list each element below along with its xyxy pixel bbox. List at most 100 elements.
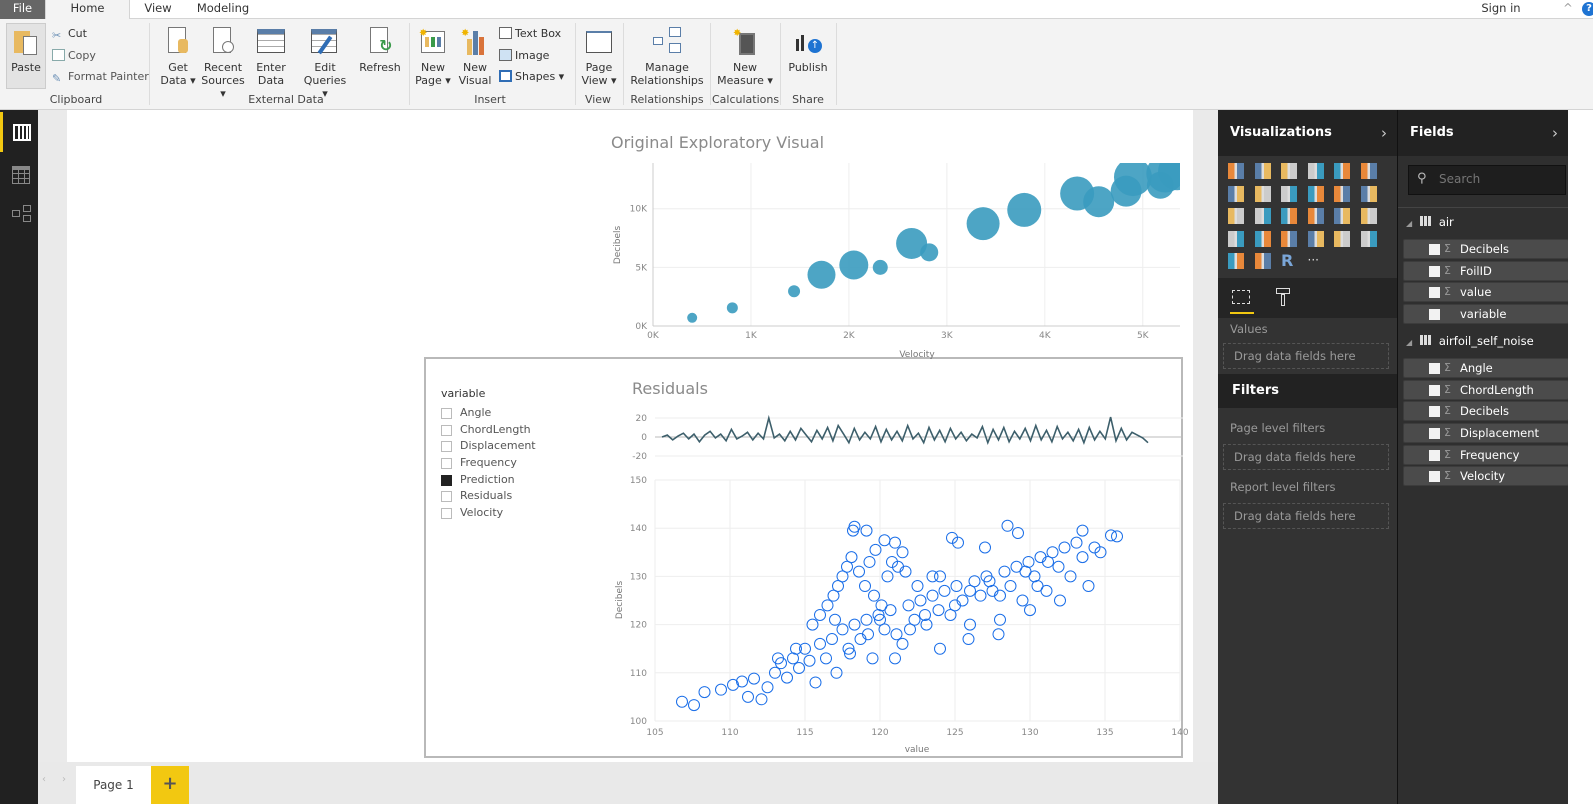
bubble-point[interactable] [966,207,1000,241]
scatter-point[interactable] [755,693,768,706]
bubble-point[interactable] [920,243,939,262]
clustered-column-visual-icon[interactable] [1307,163,1324,179]
100-bar-visual-icon[interactable] [1334,163,1350,179]
scatter-point[interactable] [868,589,880,602]
scatter-point[interactable] [1076,551,1089,564]
scatter-point[interactable] [742,690,754,703]
bubble-point[interactable] [807,260,836,289]
scatter-point[interactable] [1042,555,1054,568]
scatter-point[interactable] [781,671,793,684]
stacked-column-visual-icon[interactable] [1254,163,1271,179]
collapse-visualizations-icon[interactable]: › [1381,110,1387,156]
field-foilid[interactable]: Σ FoilID [1403,260,1569,281]
scatter-point[interactable] [869,543,882,556]
fields-tab-icon[interactable] [1230,286,1254,314]
filled-map-visual-icon[interactable] [1228,230,1244,247]
scatter-point[interactable] [896,637,909,650]
page-tab-1[interactable]: Page 1 [76,766,151,804]
clustered-bar-visual-icon[interactable] [1281,163,1297,179]
field-checkbox[interactable] [1429,362,1440,374]
bubble-point[interactable] [1158,152,1196,191]
stacked-bar-visual-icon[interactable] [1228,163,1244,179]
scatter-point[interactable] [992,628,1005,641]
line-visual-icon[interactable] [1228,185,1244,202]
scatter-point[interactable] [1082,580,1095,593]
scatter-point[interactable] [821,599,834,612]
scatter-point[interactable] [938,584,951,597]
gauge-visual-icon[interactable] [1281,230,1297,247]
bubble-point[interactable] [1083,186,1115,218]
scatter-point[interactable] [736,675,748,688]
scatter-point[interactable] [956,594,969,607]
residuals-line[interactable] [661,414,1149,446]
line-clustered-column-visual-icon[interactable] [1334,185,1350,202]
table-visual-icon[interactable] [1334,208,1350,224]
bubble-point[interactable] [872,259,888,275]
scatter-point[interactable] [1012,527,1024,540]
bubble-point[interactable] [687,312,698,323]
field-checkbox[interactable] [1429,471,1440,483]
field-value[interactable]: Σvalue [1403,282,1569,303]
residuals-line-chart[interactable]: 20 0 -20 [632,414,1183,462]
fields-search-input[interactable] [1439,172,1559,186]
scatter-point[interactable] [904,623,916,636]
scatter-point[interactable] [902,599,915,612]
scatter-point[interactable] [803,654,816,667]
scatter-point[interactable] [899,565,912,578]
bubble-point[interactable] [1113,158,1152,197]
scatter-point[interactable] [826,633,838,646]
scatter-point[interactable] [836,623,849,636]
field-checkbox[interactable] [1429,244,1440,255]
expand-caret-icon[interactable]: ◢ [1406,219,1412,228]
field-displacement[interactable]: Σ Displacement [1403,422,1569,443]
pie-visual-icon[interactable] [1254,208,1271,224]
report-filters-drop-zone[interactable]: Drag data fields here [1223,503,1389,529]
field-angle[interactable]: Σ Angle [1403,357,1569,378]
field-checkbox[interactable] [1429,406,1440,418]
scatter-point[interactable] [866,652,879,665]
scatter-point[interactable] [964,584,976,597]
table-air[interactable]: ◢ air [1406,215,1454,229]
prediction-scatter-chart[interactable]: 105 110 115 120 125 130 135 140 100 110 120 130 140 1… [630,476,1189,738]
scatter-point[interactable] [1001,519,1014,532]
field-decibels[interactable]: Σ Decibels [1403,239,1569,259]
bubble-chart[interactable]: 0K 1K 2K 3K 4K 5K 0K 5K 10K [630,152,1196,341]
kpi-visual-icon[interactable] [1360,230,1377,247]
scatter-point[interactable] [859,580,871,593]
scatter-point[interactable] [1019,565,1032,578]
scatter-point[interactable] [998,565,1011,578]
field-checkbox[interactable] [1429,309,1440,321]
scatter-point[interactable] [853,565,865,578]
scatter-point[interactable] [1031,580,1044,593]
more-visual-icon[interactable]: ··· [1308,253,1324,269]
scatter-point[interactable] [875,599,888,612]
scatter-point[interactable] [854,633,867,646]
bubble-point[interactable] [788,285,801,298]
100-column-visual-icon[interactable] [1360,163,1377,179]
scatter-point[interactable] [829,613,841,626]
scatter-point[interactable] [863,555,876,568]
field-checkbox[interactable] [1429,384,1440,396]
bubble-point[interactable] [839,250,869,280]
card-visual-icon[interactable] [1334,230,1350,247]
scatter-point[interactable] [848,520,861,533]
scatter-point[interactable] [860,613,873,626]
field-checkbox[interactable] [1429,449,1440,461]
scatter-point[interactable] [994,613,1006,626]
field-checkbox[interactable] [1429,265,1440,277]
scatter-point[interactable] [862,628,874,641]
scatter-point[interactable] [814,608,826,621]
scatter-point[interactable] [715,683,727,696]
collapse-fields-icon[interactable]: › [1552,110,1558,156]
scatter-point[interactable] [962,633,975,646]
field-checkbox[interactable] [1429,287,1440,299]
map-visual-icon[interactable] [1307,208,1324,224]
treemap-visual-icon[interactable] [1281,208,1297,224]
scatter-point[interactable] [1034,551,1047,564]
scatter-point[interactable] [1058,541,1071,554]
scatter-point[interactable] [1004,580,1017,593]
field-velocity[interactable]: Σ Velocity [1403,466,1569,487]
r-visual-visual-icon[interactable]: R [1281,253,1297,269]
area-visual-icon[interactable] [1254,185,1271,202]
bubble-point[interactable] [1007,192,1042,227]
